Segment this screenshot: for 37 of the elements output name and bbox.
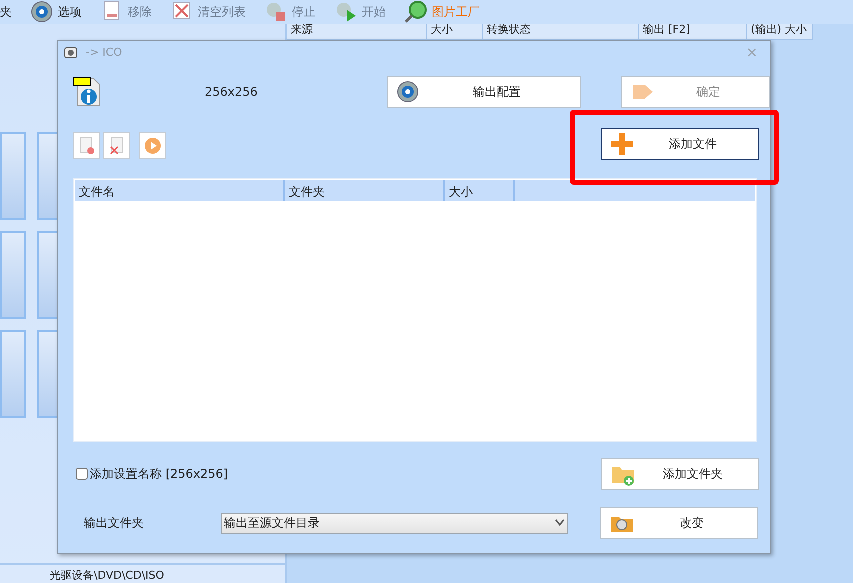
column-header[interactable]: 转换状态 [483, 24, 639, 40]
column-header[interactable]: 大小 [445, 180, 515, 201]
window-title: -> ICO [86, 44, 122, 61]
app-icon [64, 46, 78, 60]
play-button[interactable] [139, 132, 166, 159]
side-panel-label: 光驱设备\DVD\CD\ISO [0, 563, 285, 583]
thumbnail-tile[interactable] [0, 132, 26, 220]
remove-button[interactable] [73, 132, 100, 159]
column-header[interactable]: (输出) 大小 [747, 24, 813, 40]
checkbox[interactable] [76, 468, 88, 480]
column-header[interactable]: 大小 [427, 24, 483, 40]
remove-icon [78, 136, 96, 154]
add-folder-button[interactable]: 添加文件夹 [601, 458, 759, 490]
add-file-button[interactable]: 添加文件 [601, 128, 759, 160]
config-button[interactable]: 输出配置 [387, 76, 582, 108]
output-folder-select[interactable]: 输出至源文件目录 [221, 512, 568, 534]
column-header[interactable]: 文件夹 [285, 180, 445, 201]
column-header[interactable]: 输出 [F2] [639, 24, 747, 40]
column-header[interactable]: 来源 [287, 24, 427, 40]
chevron-down-icon [555, 519, 565, 527]
field-label: 输出文件夹 [84, 515, 145, 532]
thumbnail-tile[interactable] [0, 330, 26, 418]
toolbar-button-label[interactable]: 夹 [0, 3, 12, 21]
delete-icon [108, 136, 126, 154]
play-icon [144, 136, 162, 154]
column-header[interactable]: 文件名 [75, 180, 285, 201]
magnifier-icon [404, 0, 428, 24]
start-icon [334, 0, 358, 24]
thumbnail-tile[interactable] [0, 231, 26, 319]
gear-icon [30, 0, 54, 24]
preset-size: 256x256 [205, 84, 259, 101]
toolbar-button-label[interactable]: 选项 [58, 3, 82, 21]
delete-button[interactable] [103, 132, 130, 159]
checkbox-label: 添加设置名称 [256x256] [90, 466, 228, 483]
plus-icon [610, 132, 636, 156]
change-button[interactable]: 改变 [600, 507, 758, 539]
stop-icon [264, 0, 288, 24]
